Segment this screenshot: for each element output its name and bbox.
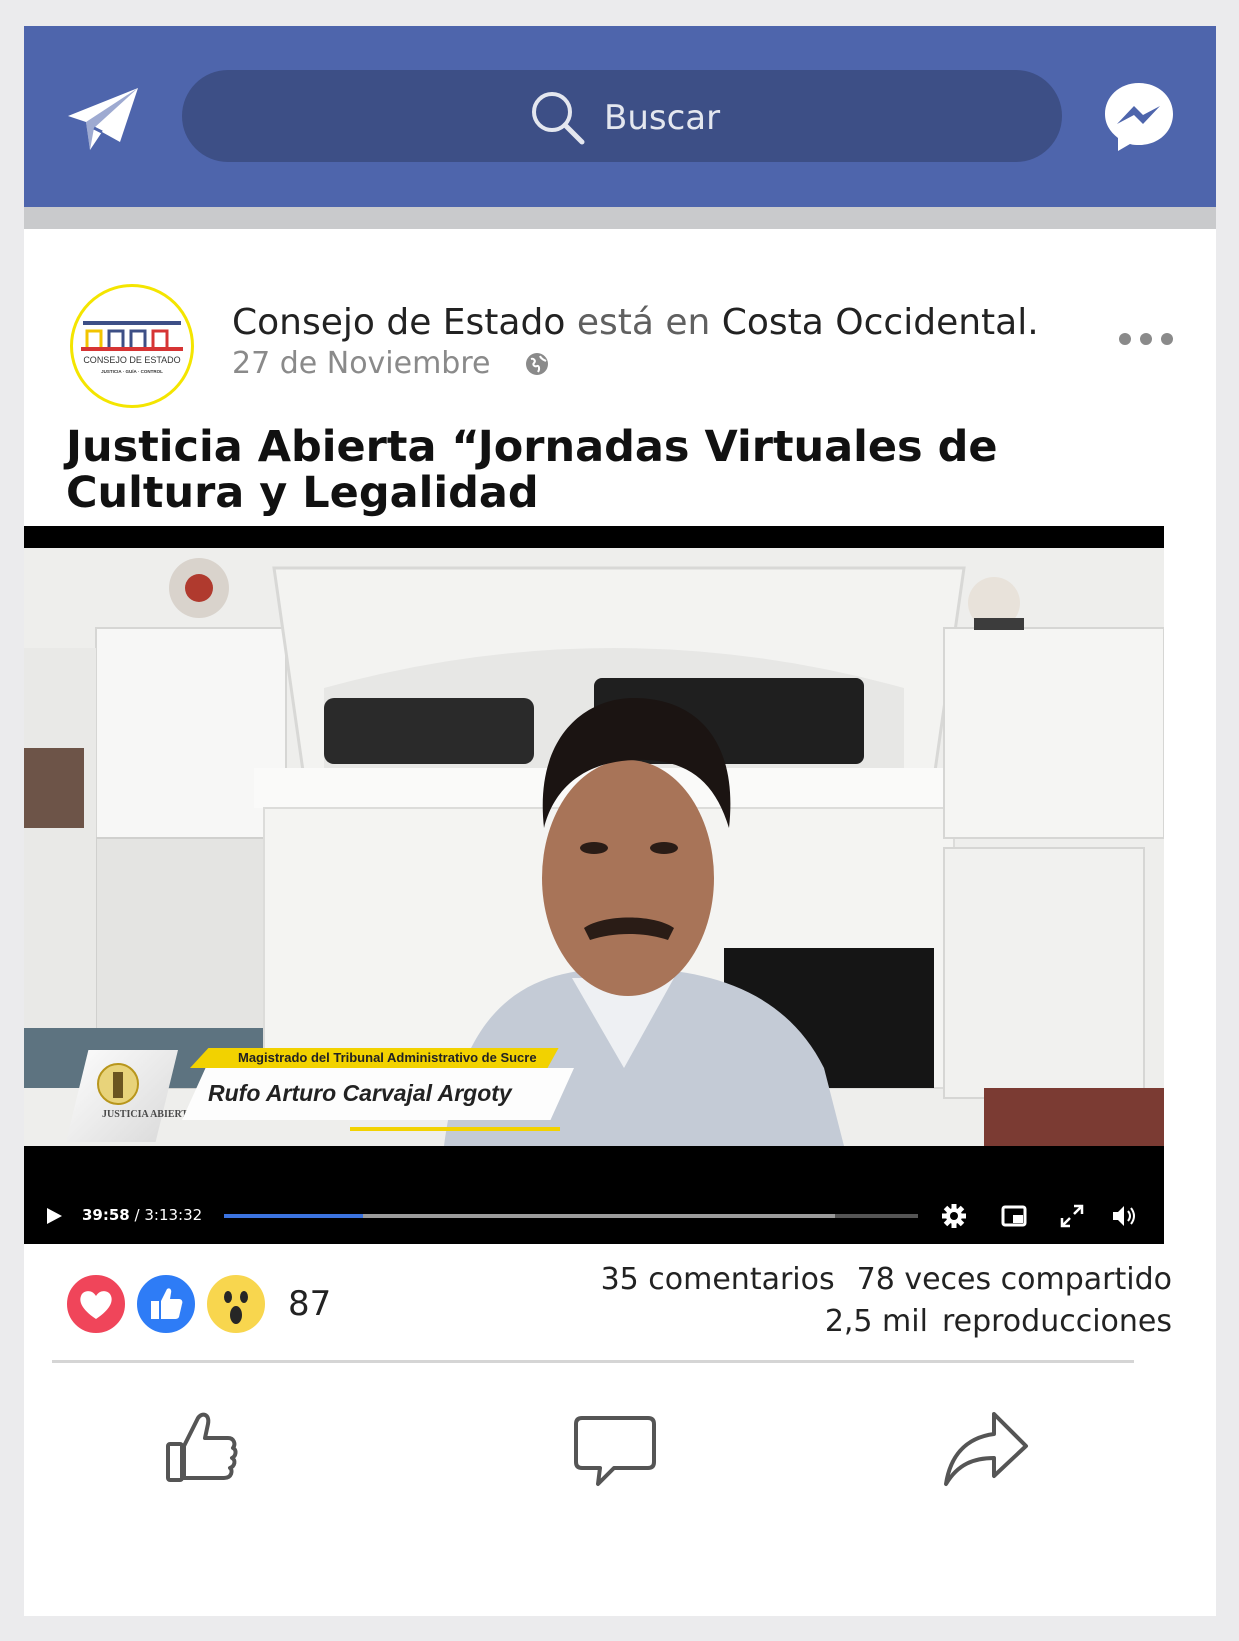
video-frame[interactable]: JUSTICIA ABIERTA Magistrado del Tribunal… [24,548,1164,1146]
share-icon[interactable] [940,1404,1030,1494]
search-input[interactable]: Buscar [604,98,720,138]
send-icon[interactable] [66,86,140,152]
lower-third: JUSTICIA ABIERTA Magistrado del Tribunal… [66,1040,586,1142]
messenger-icon[interactable] [1102,80,1176,154]
video-controls: 39:58 / 3:13:32 [24,1198,1164,1238]
svg-text:JUSTICIA · GUÍA · CONTROL: JUSTICIA · GUÍA · CONTROL [101,367,163,374]
location-connector: está en [576,302,711,343]
video-player[interactable]: JUSTICIA ABIERTA Magistrado del Tribunal… [24,526,1164,1244]
time-separator: / [134,1206,145,1224]
top-bar: Buscar [24,26,1216,207]
globe-icon [525,352,548,375]
like-reaction-icon [134,1272,198,1336]
post-date[interactable]: 27 de Noviembre [232,346,491,381]
time-display: 39:58 / 3:13:32 [82,1206,202,1224]
shares-count[interactable]: 78 veces compartido [857,1262,1172,1297]
speaker-underline [350,1127,560,1131]
post-title: Justicia Abierta “Jornadas Virtuales de … [66,422,998,518]
divider [52,1360,1134,1363]
views-label: reproducciones [941,1304,1172,1339]
search-icon [532,92,585,145]
post-author-line: Consejo de Estado está en Costa Occident… [232,302,1039,343]
engagement-stats: 35 comentarios 78 veces compartido [601,1262,1172,1297]
progress-played [224,1214,363,1218]
fullscreen-icon[interactable] [1058,1202,1086,1230]
reaction-count[interactable]: 87 [288,1284,331,1324]
duration: 3:13:32 [144,1206,203,1224]
speaker-role: Magistrado del Tribunal Administrativo d… [190,1048,559,1068]
speaker-name: Rufo Arturo Carvajal Argoty [208,1080,512,1106]
settings-icon[interactable] [940,1202,968,1230]
top-bar-divider [24,207,1216,229]
consejo-logo-icon: CONSEJO DE ESTADO JUSTICIA · GUÍA · CONT… [81,321,183,374]
svg-text:CONSEJO DE ESTADO: CONSEJO DE ESTADO [83,355,180,365]
like-icon[interactable] [158,1404,248,1494]
picture-in-picture-icon[interactable] [1000,1202,1028,1230]
justicia-abierta-logo-icon [66,1050,178,1142]
current-time: 39:58 [82,1206,130,1224]
post-frame: Buscar CONSEJO DE ESTADO JUSTICIA · GUÍA… [24,26,1216,1616]
comments-count[interactable]: 35 comentarios [601,1262,835,1297]
lower-third-logo-text: JUSTICIA ABIERTA [102,1109,195,1120]
comment-icon[interactable] [570,1404,660,1494]
play-icon[interactable] [44,1206,64,1226]
avatar[interactable]: CONSEJO DE ESTADO JUSTICIA · GUÍA · CONT… [70,284,194,408]
search-bar[interactable]: Buscar [182,70,1062,162]
views-stats: 2,5 mil reproducciones [825,1304,1172,1339]
author-name[interactable]: Consejo de Estado [232,302,565,343]
wow-reaction-icon [204,1272,268,1336]
location-name[interactable]: Costa Occidental. [722,302,1039,343]
progress-bar[interactable] [224,1214,918,1218]
views-count: 2,5 mil [824,1304,928,1339]
more-options-icon[interactable] [1118,332,1174,346]
volume-icon[interactable] [1110,1202,1138,1230]
love-reaction-icon [64,1272,128,1336]
post-meta: 27 de Noviembre [232,346,549,381]
